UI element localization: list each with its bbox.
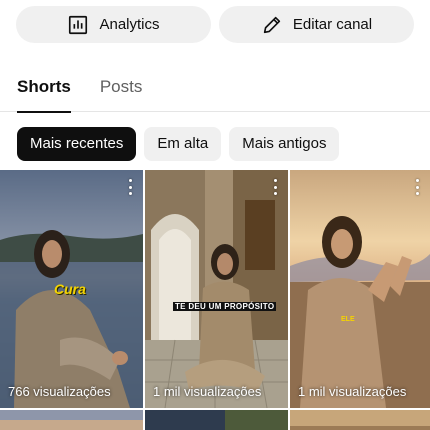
short-thumbnail-image — [145, 410, 288, 430]
short-thumbnail-image — [290, 170, 430, 408]
view-count: 1 mil visualizações — [298, 384, 407, 399]
short-thumbnail-image — [290, 410, 430, 430]
short-thumbnail-image — [0, 410, 143, 430]
chip-oldest[interactable]: Mais antigos — [229, 127, 340, 161]
chip-most-recent[interactable]: Mais recentes — [17, 127, 137, 161]
more-options-icon[interactable] — [410, 179, 424, 195]
edit-channel-button[interactable]: Editar canal — [219, 6, 414, 43]
short-overlay-text: ELE — [341, 316, 355, 323]
short-thumbnail[interactable] — [0, 410, 143, 430]
sort-chips: Mais recentes Em alta Mais antigos — [17, 127, 340, 161]
more-options-icon[interactable] — [268, 179, 282, 195]
channel-actions: Analytics Editar canal — [16, 6, 414, 43]
analytics-label: Analytics — [99, 16, 160, 33]
short-thumbnail[interactable] — [145, 410, 288, 430]
chip-trending[interactable]: Em alta — [144, 127, 222, 161]
short-thumbnail[interactable]: TE DEU UM PROPÓSITO 1 mil visualizações — [145, 170, 288, 408]
pencil-icon — [263, 16, 281, 33]
short-overlay-text: TE DEU UM PROPÓSITO — [173, 302, 277, 311]
view-count: 766 visualizações — [8, 384, 111, 399]
short-thumbnail[interactable]: Cura 766 visualizações — [0, 170, 143, 408]
short-thumbnail[interactable] — [290, 410, 430, 430]
edit-channel-label: Editar canal — [292, 16, 373, 33]
view-count: 1 mil visualizações — [153, 384, 262, 399]
short-overlay-text: Cura — [54, 281, 86, 297]
tab-shorts[interactable]: Shorts — [17, 62, 71, 113]
short-thumbnail[interactable]: ELE 1 mil visualizações — [290, 170, 430, 408]
more-options-icon[interactable] — [123, 179, 137, 195]
analytics-button[interactable]: Analytics — [16, 6, 211, 43]
channel-tabs: Shorts Posts — [0, 62, 430, 113]
bar-chart-icon — [69, 15, 88, 34]
tab-posts[interactable]: Posts — [100, 62, 143, 112]
short-thumbnail-image — [145, 170, 288, 408]
